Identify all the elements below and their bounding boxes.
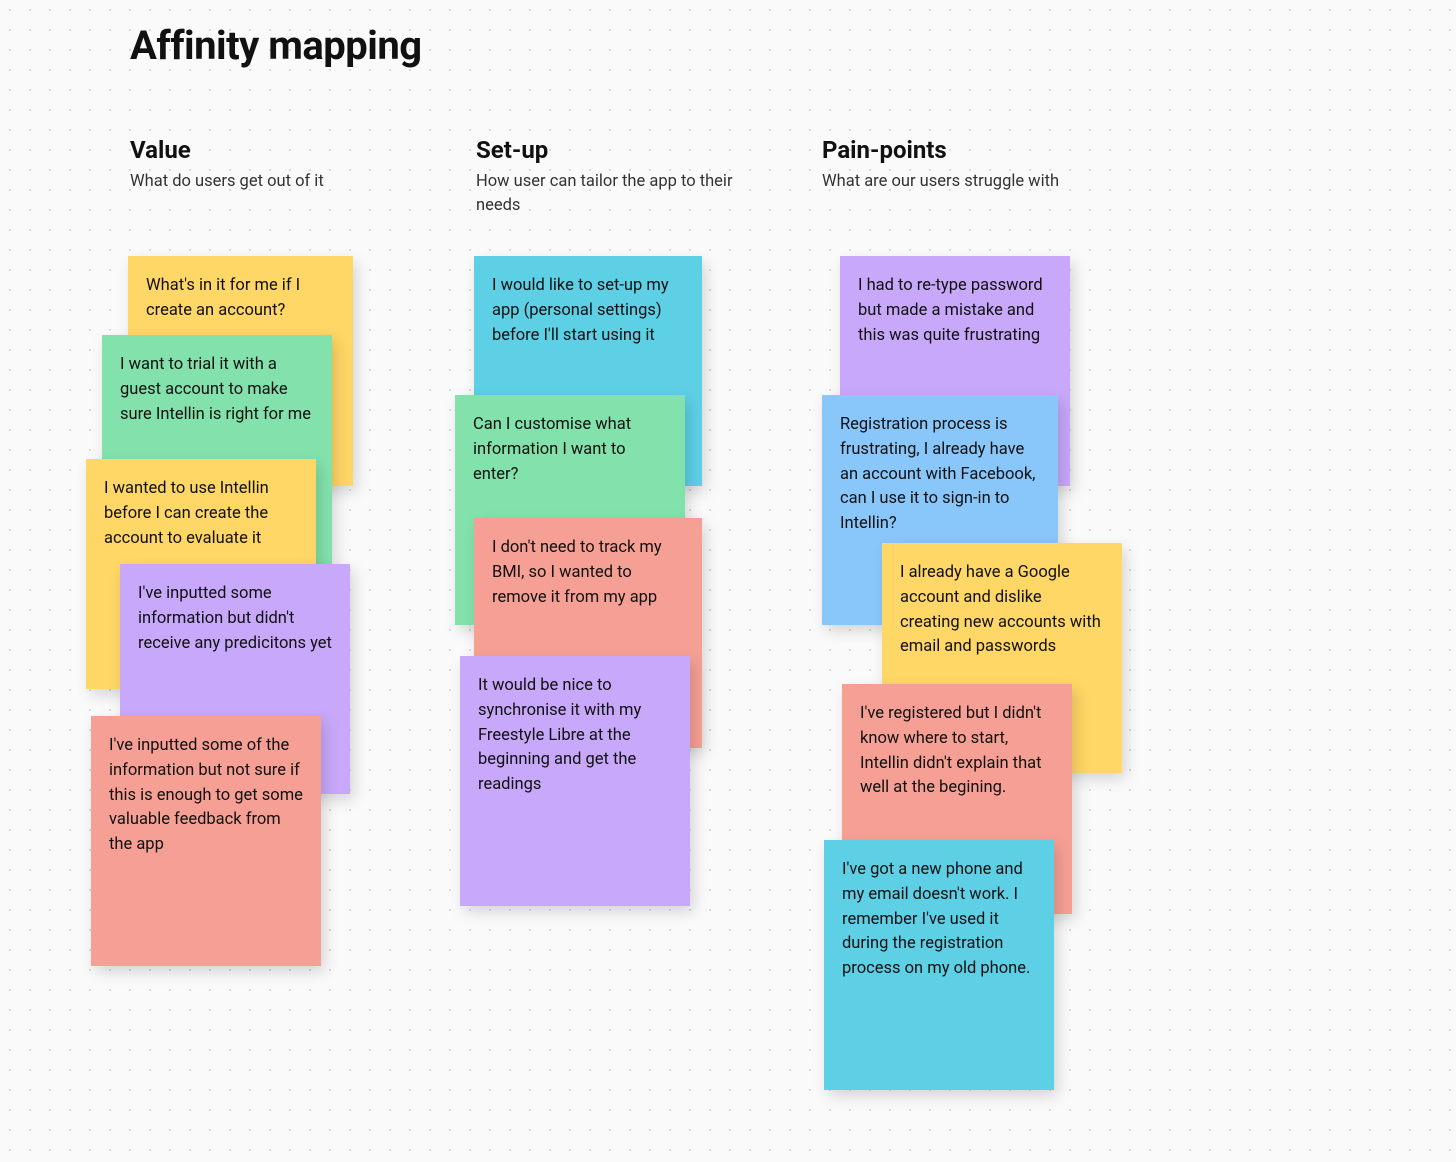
sticky-note[interactable]: It would be nice to synchronise it with … [460, 656, 690, 906]
column-subheading: How user can tailor the app to their nee… [476, 170, 736, 218]
sticky-note[interactable]: I've got a new phone and my email doesn'… [824, 840, 1054, 1090]
column-subheading: What are our users struggle with [822, 170, 1082, 194]
column-heading: Value [130, 136, 390, 164]
sticky-note[interactable]: I've inputted some of the information bu… [91, 716, 321, 966]
column-header-pain: Pain-points What are our users struggle … [822, 136, 1082, 194]
column-header-value: Value What do users get out of it [130, 136, 390, 194]
column-heading: Pain-points [822, 136, 1082, 164]
column-header-setup: Set-up How user can tailor the app to th… [476, 136, 736, 218]
page-title: Affinity mapping [130, 22, 422, 69]
column-subheading: What do users get out of it [130, 170, 390, 194]
column-heading: Set-up [476, 136, 736, 164]
